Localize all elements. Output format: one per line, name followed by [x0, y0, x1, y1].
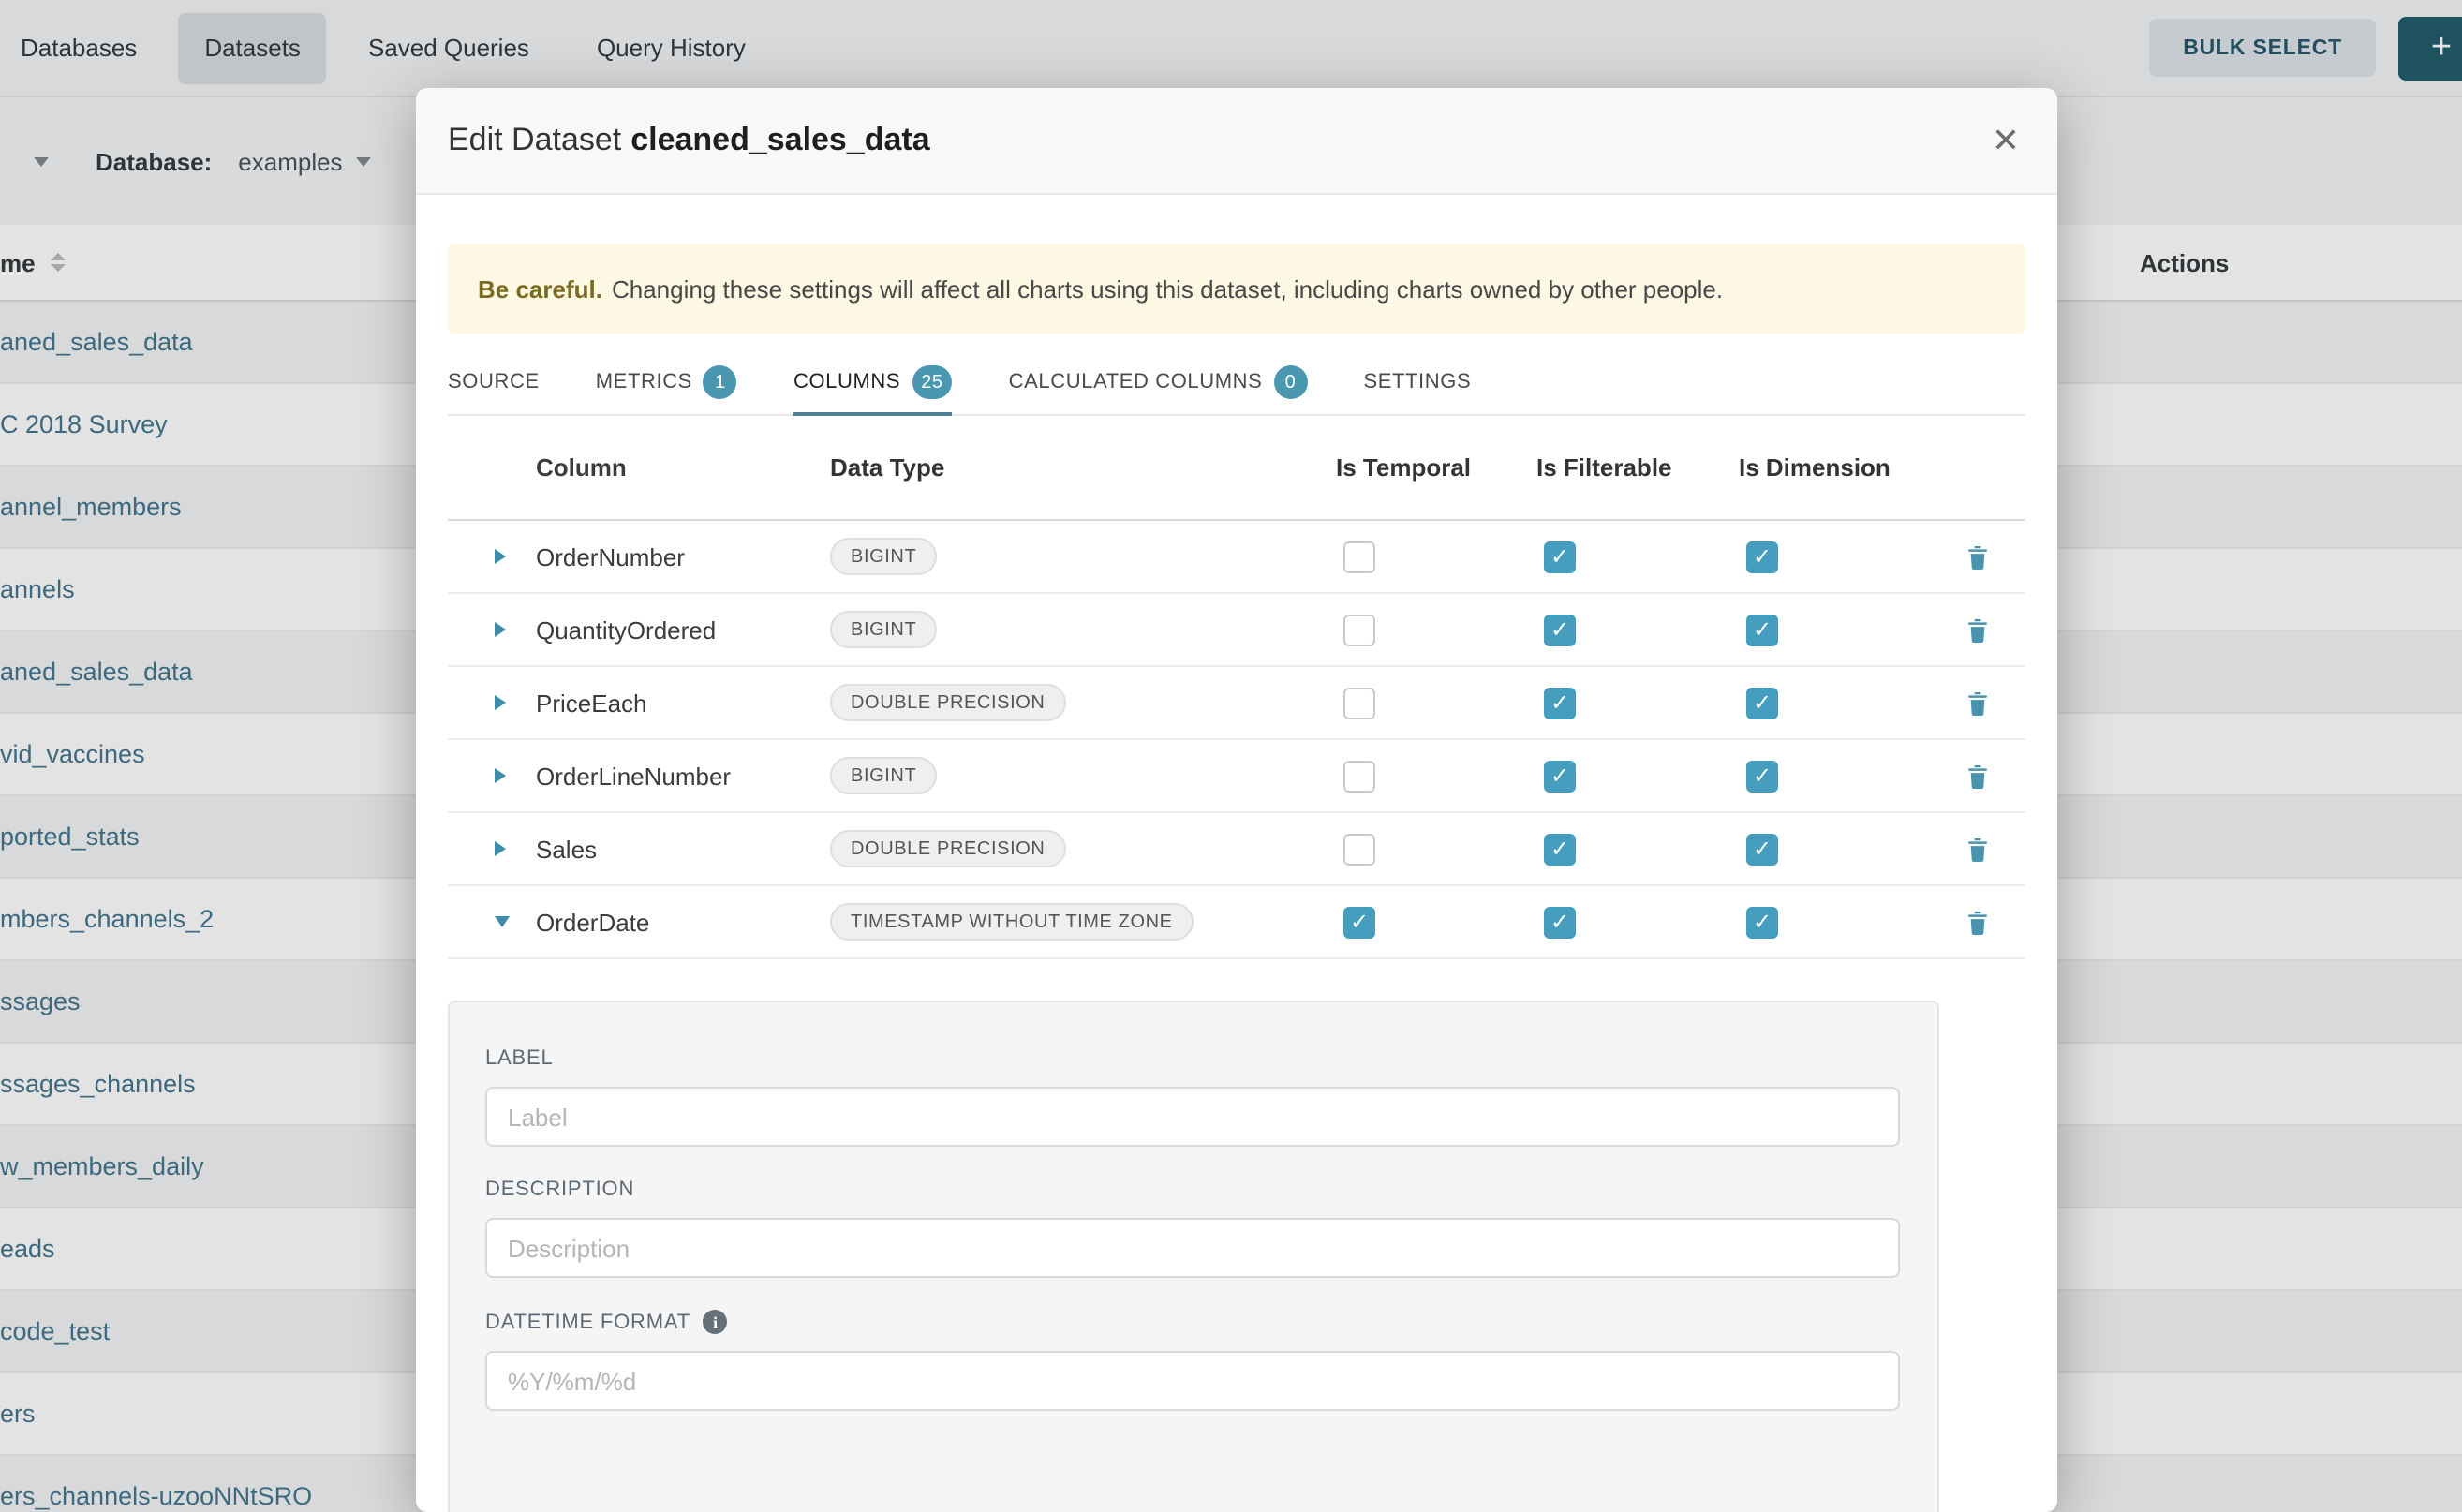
column-detail-panel: LABEL DESCRIPTION DATETIME FORMAT [448, 1001, 1939, 1512]
header-is-temporal: Is Temporal [1336, 453, 1536, 482]
expand-caret-icon[interactable] [495, 622, 506, 637]
tab-columns[interactable]: COLUMNS 25 [793, 352, 953, 416]
count-badge: 1 [704, 365, 737, 399]
delete-icon[interactable] [1964, 615, 1992, 644]
is-temporal-checkbox[interactable] [1343, 833, 1375, 865]
column-name: Sales [536, 835, 830, 863]
is-dimension-checkbox[interactable] [1746, 833, 1778, 865]
description-input[interactable] [485, 1218, 1900, 1278]
table-row: PriceEach DOUBLE PRECISION [448, 667, 2025, 740]
field-label-text: DESCRIPTION [485, 1178, 634, 1201]
header-is-dimension: Is Dimension [1739, 453, 1907, 482]
is-dimension-checkbox[interactable] [1746, 614, 1778, 645]
modal-body: Be careful. Changing these settings will… [416, 195, 2057, 1512]
modal-title-prefix: Edit Dataset [448, 122, 621, 157]
column-name: OrderLineNumber [536, 762, 830, 790]
is-filterable-checkbox[interactable] [1544, 760, 1576, 792]
is-filterable-checkbox[interactable] [1544, 687, 1576, 719]
is-filterable-checkbox[interactable] [1544, 906, 1576, 938]
collapse-caret-icon[interactable] [495, 916, 510, 927]
is-dimension-checkbox[interactable] [1746, 906, 1778, 938]
table-row: OrderLineNumber BIGINT [448, 740, 2025, 813]
warning-banner: Be careful. Changing these settings will… [448, 244, 2025, 334]
delete-icon[interactable] [1964, 835, 1992, 863]
is-temporal-checkbox[interactable] [1343, 687, 1375, 719]
column-name: QuantityOrdered [536, 615, 830, 644]
is-temporal-checkbox[interactable] [1343, 541, 1375, 572]
columns-table-header: Column Data Type Is Temporal Is Filterab… [448, 416, 2025, 521]
delete-icon[interactable] [1964, 542, 1992, 571]
data-type-pill: DOUBLE PRECISION [830, 830, 1065, 867]
table-row: Sales DOUBLE PRECISION [448, 813, 2025, 886]
expand-caret-icon[interactable] [495, 549, 506, 564]
field-label-text: LABEL [485, 1047, 554, 1070]
warning-bold-text: Be careful. [478, 274, 602, 303]
data-type-pill: TIMESTAMP WITHOUT TIME ZONE [830, 903, 1194, 941]
tab-label: SETTINGS [1363, 371, 1471, 393]
tab-label: METRICS [596, 371, 692, 393]
description-field-label: DESCRIPTION [485, 1178, 1900, 1201]
tab-metrics[interactable]: METRICS 1 [596, 352, 737, 416]
description-field: DESCRIPTION [485, 1178, 1900, 1278]
tab-source[interactable]: SOURCE [448, 352, 540, 416]
expand-caret-icon[interactable] [495, 768, 506, 783]
column-name: OrderNumber [536, 542, 830, 571]
modal-title-dataset-name: cleaned_sales_data [630, 122, 929, 157]
table-row: OrderNumber BIGINT [448, 521, 2025, 594]
tab-label: SOURCE [448, 371, 540, 393]
tab-settings[interactable]: SETTINGS [1363, 352, 1471, 416]
modal-tabs: SOURCE METRICS 1 COLUMNS 25 CALCULATED COL… [448, 352, 2025, 416]
label-field-label: LABEL [485, 1047, 1900, 1070]
column-name: PriceEach [536, 689, 830, 717]
is-dimension-checkbox[interactable] [1746, 541, 1778, 572]
data-type-pill: DOUBLE PRECISION [830, 684, 1065, 721]
modal-header: Edit Dataset cleaned_sales_data ✕ [416, 88, 2057, 195]
tab-label: COLUMNS [793, 371, 900, 393]
data-type-pill: BIGINT [830, 538, 937, 575]
is-temporal-checkbox[interactable] [1343, 906, 1375, 938]
tab-calculated-columns[interactable]: CALCULATED COLUMNS 0 [1009, 352, 1308, 416]
count-badge: 25 [912, 365, 952, 399]
is-temporal-checkbox[interactable] [1343, 760, 1375, 792]
app: Databases Datasets Saved Queries Query H… [0, 0, 2462, 1512]
is-dimension-checkbox[interactable] [1746, 687, 1778, 719]
datetime-format-field: DATETIME FORMAT [485, 1310, 1900, 1411]
modal-title: Edit Dataset cleaned_sales_data [448, 122, 930, 159]
tab-label: CALCULATED COLUMNS [1009, 371, 1263, 393]
is-dimension-checkbox[interactable] [1746, 760, 1778, 792]
header-column: Column [536, 453, 830, 482]
label-field: LABEL [485, 1047, 1900, 1147]
field-label-text: DATETIME FORMAT [485, 1311, 690, 1333]
data-type-pill: BIGINT [830, 757, 937, 794]
datetime-format-field-label: DATETIME FORMAT [485, 1310, 1900, 1334]
warning-text: Changing these settings will affect all … [612, 274, 1723, 303]
is-temporal-checkbox[interactable] [1343, 614, 1375, 645]
expand-caret-icon[interactable] [495, 841, 506, 856]
table-row: OrderDate TIMESTAMP WITHOUT TIME ZONE [448, 886, 2025, 959]
delete-icon[interactable] [1964, 689, 1992, 717]
header-data-type: Data Type [830, 453, 1336, 482]
is-filterable-checkbox[interactable] [1544, 541, 1576, 572]
header-is-filterable: Is Filterable [1536, 453, 1739, 482]
edit-dataset-modal: Edit Dataset cleaned_sales_data ✕ Be care… [416, 88, 2057, 1512]
expand-caret-icon[interactable] [495, 695, 506, 710]
is-filterable-checkbox[interactable] [1544, 833, 1576, 865]
count-badge: 0 [1273, 365, 1307, 399]
data-type-pill: BIGINT [830, 611, 937, 648]
column-name: OrderDate [536, 908, 830, 936]
label-input[interactable] [485, 1087, 1900, 1147]
datetime-format-input[interactable] [485, 1351, 1900, 1411]
table-row: QuantityOrdered BIGINT [448, 594, 2025, 667]
info-icon[interactable] [704, 1310, 728, 1334]
delete-icon[interactable] [1964, 908, 1992, 936]
is-filterable-checkbox[interactable] [1544, 614, 1576, 645]
delete-icon[interactable] [1964, 762, 1992, 790]
close-icon[interactable]: ✕ [1992, 124, 2020, 157]
